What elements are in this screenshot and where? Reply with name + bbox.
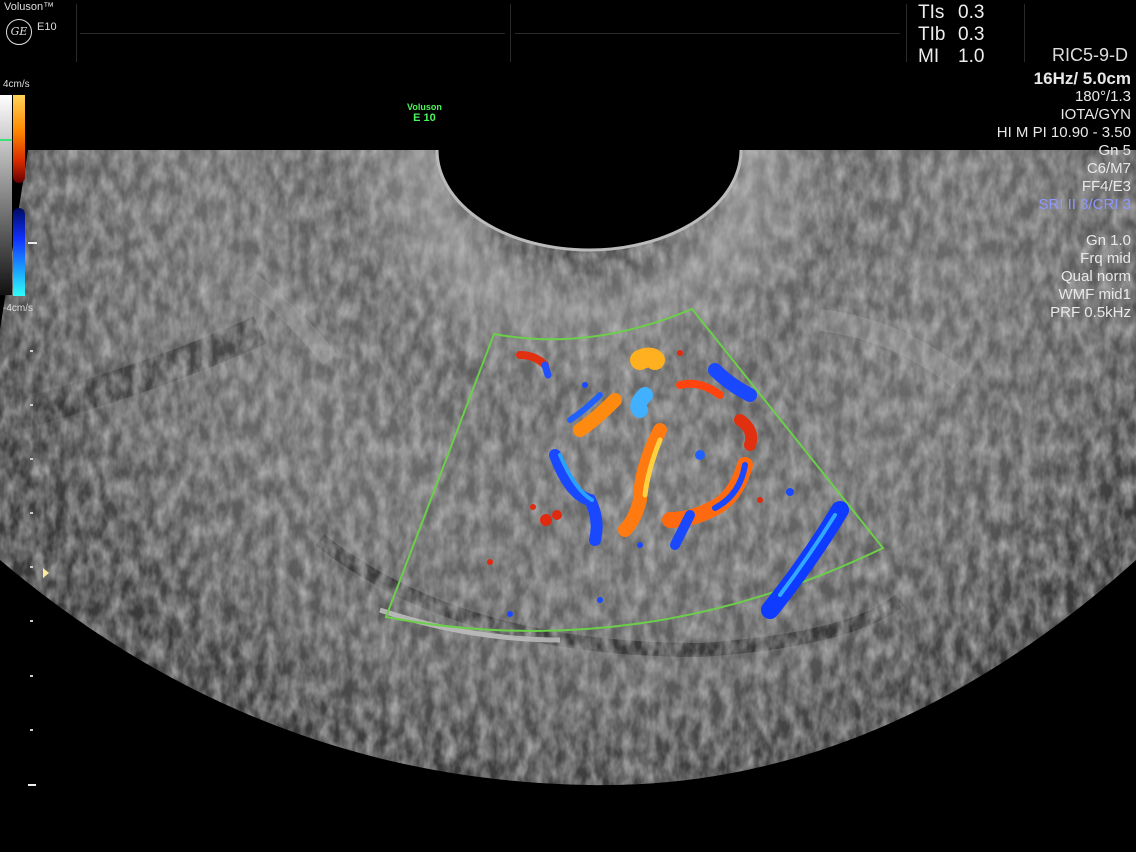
color-scale-positive — [13, 95, 25, 183]
depth-tick — [30, 566, 33, 568]
prf-value: PRF 0.5kHz — [1050, 304, 1131, 321]
velocity-scale-min: -4cm/s — [3, 303, 33, 314]
safety-row-tis: TIs 0.3 — [918, 2, 984, 24]
header-separator — [1024, 4, 1027, 62]
image-label-brand: Voluson — [407, 102, 442, 112]
gain-value: Gn 5 — [1098, 142, 1131, 159]
brand-name: Voluson™ — [4, 1, 55, 13]
preset: IOTA/GYN — [1060, 106, 1131, 123]
depth-tick — [30, 675, 33, 677]
color-gain: Gn 1.0 — [1085, 232, 1131, 249]
map-setting: C6/M7 — [1086, 160, 1131, 177]
header-bar: Voluson™ GE E10 TIs 0.3 TIb 0.3 MI 1.0 R… — [0, 0, 1136, 68]
color-scale-negative — [13, 208, 25, 296]
depth-tick — [30, 729, 33, 731]
sector-angle: 180°/1.3 — [1074, 88, 1131, 105]
focus-marker-icon[interactable] — [43, 568, 49, 578]
depth-tick — [30, 404, 33, 406]
model-name: E10 — [37, 21, 57, 33]
color-doppler-parameters: Gn 1.0 Frq mid Qual norm WMF mid1 PRF 0.… — [1050, 232, 1131, 322]
ultrasound-image — [0, 0, 1136, 786]
safety-indices: TIs 0.3 TIb 0.3 MI 1.0 — [918, 2, 984, 68]
filter-setting: FF4/E3 — [1081, 178, 1131, 195]
safety-value: 0.3 — [958, 24, 985, 45]
scale-marker — [28, 242, 37, 244]
safety-value: 1.0 — [958, 46, 985, 67]
safety-value: 0.3 — [958, 2, 985, 23]
velocity-scale-max: 4cm/s — [3, 79, 30, 90]
ge-logo-icon: GE — [6, 19, 32, 45]
grayscale-bar — [0, 95, 12, 295]
depth-tick — [30, 458, 33, 460]
color-quality: Qual norm — [1060, 268, 1131, 285]
color-frequency: Frq mid — [1080, 250, 1131, 267]
depth-end-marker — [28, 784, 36, 786]
sri-setting: SRI II 3/CRI 3 — [1038, 196, 1131, 213]
safety-row-tib: TIb 0.3 — [918, 24, 984, 46]
image-label-model: E 10 — [413, 112, 436, 124]
imaging-parameters: 16Hz/ 5.0cm 180°/1.3 IOTA/GYN HI M PI 10… — [997, 70, 1131, 214]
harmonic-setting: HI M PI 10.90 - 3.50 — [996, 124, 1131, 141]
color-baseline-marker — [0, 139, 12, 141]
header-divider — [515, 33, 900, 34]
depth-tick — [30, 512, 33, 514]
frame-rate-depth: 16Hz/ 5.0cm — [1033, 69, 1131, 88]
depth-tick — [30, 350, 33, 352]
header-divider — [80, 33, 505, 34]
safety-label: MI — [918, 46, 940, 67]
depth-tick — [30, 620, 33, 622]
safety-label: TIb — [918, 24, 946, 45]
header-separator — [906, 4, 909, 62]
image-label: Voluson E 10 — [407, 102, 442, 124]
safety-row-mi: MI 1.0 — [918, 46, 984, 68]
wall-filter: WMF mid1 — [1058, 286, 1132, 303]
safety-label: TIs — [918, 2, 945, 23]
probe-name: RIC5-9-D — [1051, 45, 1128, 65]
